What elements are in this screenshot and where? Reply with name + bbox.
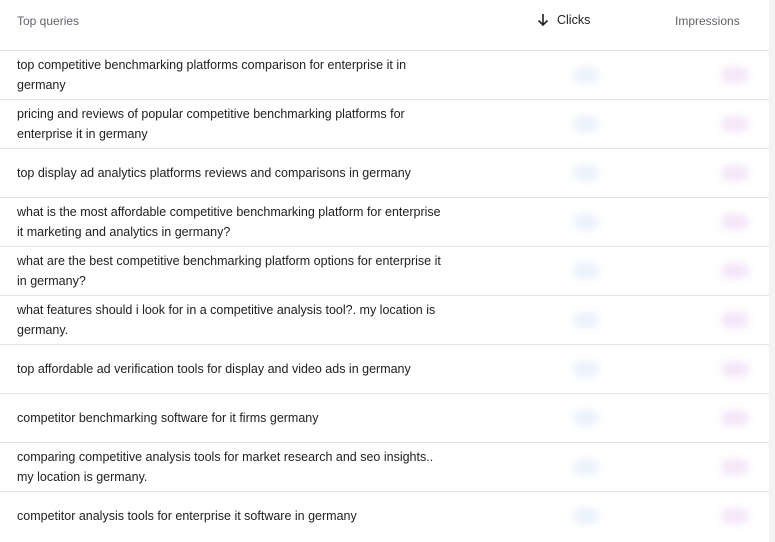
query-text: what features should i look for in a com… <box>17 296 477 344</box>
metrics-cells <box>533 492 769 540</box>
query-text: what are the best competitive benchmarki… <box>17 247 477 295</box>
table-row[interactable]: pricing and reviews of popular competiti… <box>0 100 769 149</box>
table-row[interactable]: top display ad analytics platforms revie… <box>0 149 769 198</box>
query-line-2: germany. <box>17 323 69 337</box>
query-text-lines: what is the most affordable competitive … <box>17 202 441 242</box>
query-line-2: it marketing and analytics in germany? <box>17 225 231 239</box>
impressions-value-blurred <box>721 165 749 181</box>
clicks-header-label: Clicks <box>557 13 591 27</box>
query-line-1: comparing competitive analysis tools for… <box>17 450 434 464</box>
metrics-cells <box>533 247 769 295</box>
top-queries-header[interactable]: Top queries <box>17 14 79 28</box>
top-queries-table: Top queries Clicks Impressions top compe… <box>0 0 775 542</box>
metrics-cells <box>533 149 769 197</box>
query-text: pricing and reviews of popular competiti… <box>17 100 477 148</box>
clicks-value-blurred <box>573 214 599 230</box>
scrollbar-track[interactable] <box>769 0 775 542</box>
query-line-2: my location is germany. <box>17 470 148 484</box>
impressions-value-blurred <box>721 410 749 426</box>
clicks-value-blurred <box>573 508 599 524</box>
clicks-value-blurred <box>573 410 599 426</box>
table-row[interactable]: top affordable ad verification tools for… <box>0 345 769 394</box>
clicks-value-blurred <box>573 67 599 83</box>
impressions-value-blurred <box>721 263 749 279</box>
query-line-1: what is the most affordable competitive … <box>17 205 441 219</box>
table-row[interactable]: comparing competitive analysis tools for… <box>0 443 769 492</box>
table-row[interactable]: competitor benchmarking software for it … <box>0 394 769 443</box>
query-text-lines: comparing competitive analysis tools for… <box>17 447 433 487</box>
metrics-cells <box>533 394 769 442</box>
query-text-lines: pricing and reviews of popular competiti… <box>17 104 405 144</box>
query-text-lines: top affordable ad verification tools for… <box>17 359 411 379</box>
query-line-2: enterprise it in germany <box>17 127 148 141</box>
query-line-1: top competitive benchmarking platforms c… <box>17 58 407 72</box>
query-text: top competitive benchmarking platforms c… <box>17 51 477 99</box>
impressions-column-header[interactable]: Impressions <box>675 14 740 28</box>
query-line-1: competitor analysis tools for enterprise… <box>17 509 357 523</box>
table-header: Top queries Clicks Impressions <box>0 0 769 51</box>
table-row[interactable]: what are the best competitive benchmarki… <box>0 247 769 296</box>
query-line-2: germany <box>17 78 66 92</box>
query-text-lines: what are the best competitive benchmarki… <box>17 251 441 291</box>
impressions-value-blurred <box>721 312 749 328</box>
clicks-value-blurred <box>573 361 599 377</box>
query-text: comparing competitive analysis tools for… <box>17 443 477 491</box>
query-text: top affordable ad verification tools for… <box>17 345 477 393</box>
impressions-value-blurred <box>721 214 749 230</box>
query-line-1: pricing and reviews of popular competiti… <box>17 107 405 121</box>
query-text: what is the most affordable competitive … <box>17 198 477 246</box>
impressions-value-blurred <box>721 361 749 377</box>
clicks-value-blurred <box>573 165 599 181</box>
impressions-value-blurred <box>721 508 749 524</box>
query-text-lines: what features should i look for in a com… <box>17 300 435 340</box>
query-line-1: competitor benchmarking software for it … <box>17 411 319 425</box>
clicks-value-blurred <box>573 263 599 279</box>
query-line-1: top display ad analytics platforms revie… <box>17 166 411 180</box>
query-line-1: what features should i look for in a com… <box>17 303 436 317</box>
metrics-cells <box>533 345 769 393</box>
query-text-lines: competitor benchmarking software for it … <box>17 408 319 428</box>
metrics-cells <box>533 100 769 148</box>
query-line-1: what are the best competitive benchmarki… <box>17 254 441 268</box>
table-row[interactable]: top competitive benchmarking platforms c… <box>0 51 769 100</box>
metrics-cells <box>533 198 769 246</box>
impressions-value-blurred <box>721 459 749 475</box>
query-line-1: top affordable ad verification tools for… <box>17 362 411 376</box>
impressions-value-blurred <box>721 67 749 83</box>
metrics-cells <box>533 51 769 99</box>
impressions-value-blurred <box>721 116 749 132</box>
table-row[interactable]: what is the most affordable competitive … <box>0 198 769 247</box>
query-text-lines: competitor analysis tools for enterprise… <box>17 506 357 526</box>
clicks-column-header[interactable]: Clicks <box>537 13 590 27</box>
query-text: top display ad analytics platforms revie… <box>17 149 477 197</box>
table-body: top competitive benchmarking platforms c… <box>0 51 769 540</box>
clicks-value-blurred <box>573 459 599 475</box>
query-text-lines: top display ad analytics platforms revie… <box>17 163 411 183</box>
metrics-cells <box>533 296 769 344</box>
query-text: competitor analysis tools for enterprise… <box>17 492 477 540</box>
clicks-value-blurred <box>573 116 599 132</box>
arrow-down-icon <box>537 14 549 27</box>
metrics-cells <box>533 443 769 491</box>
clicks-value-blurred <box>573 312 599 328</box>
query-text-lines: top competitive benchmarking platforms c… <box>17 55 406 95</box>
query-line-2: in germany? <box>17 274 86 288</box>
query-text: competitor benchmarking software for it … <box>17 394 477 442</box>
table-row[interactable]: what features should i look for in a com… <box>0 296 769 345</box>
table-row[interactable]: competitor analysis tools for enterprise… <box>0 492 769 540</box>
